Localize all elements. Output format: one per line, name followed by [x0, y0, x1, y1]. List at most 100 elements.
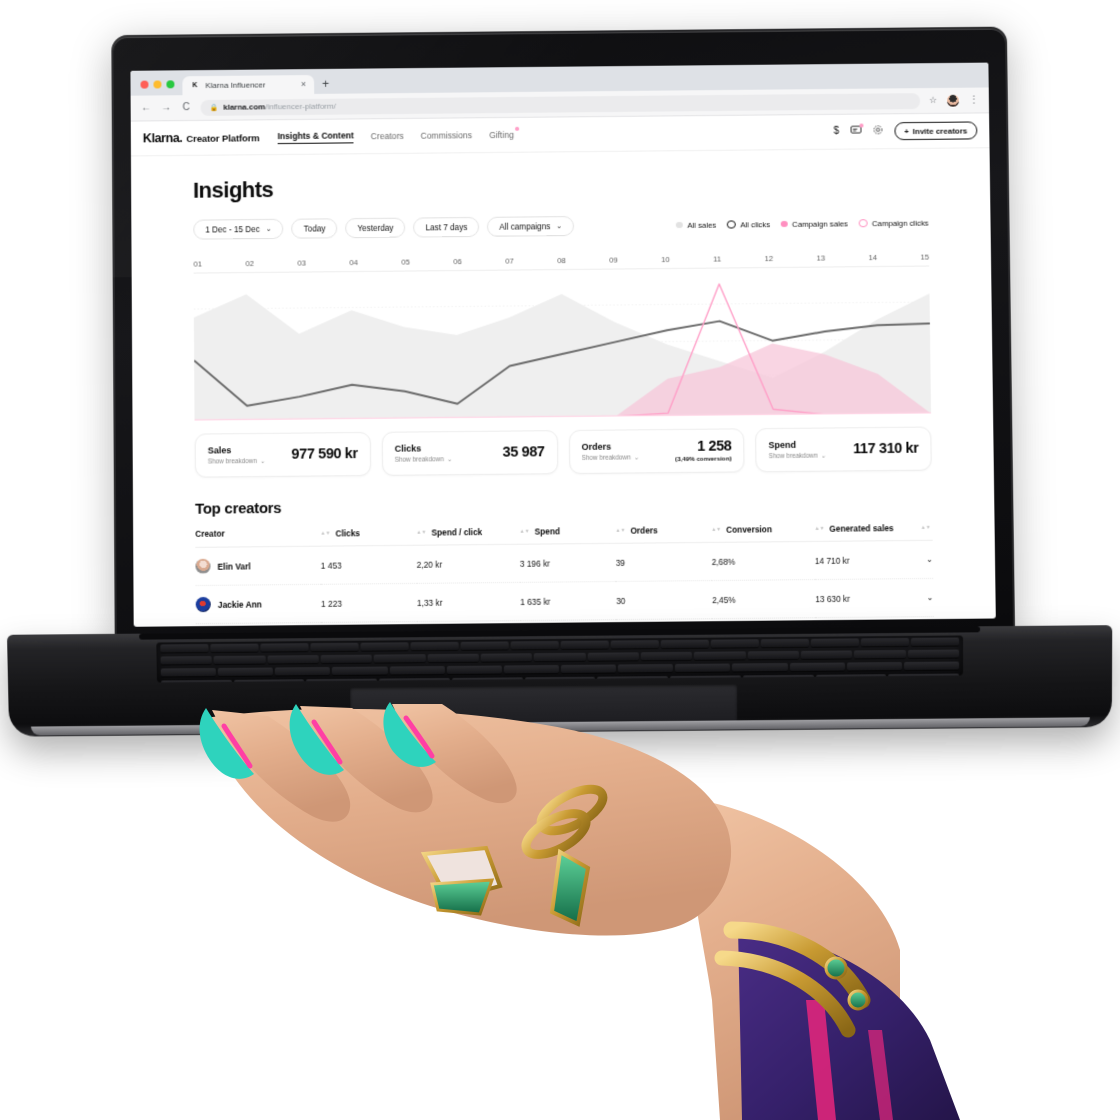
sort-icon[interactable]: ▲▼: [520, 529, 530, 535]
address-bar[interactable]: 🔒 klarna.com/influencer-platform/: [200, 92, 921, 116]
kebab-menu-icon[interactable]: ⋮: [969, 94, 979, 105]
col-creator[interactable]: Creator: [195, 526, 321, 548]
filter-today[interactable]: Today: [291, 218, 338, 239]
keyboard-key: [373, 654, 426, 663]
dollar-icon[interactable]: $: [834, 126, 840, 137]
cell-orders: 30: [615, 580, 713, 620]
close-window-button[interactable]: [140, 80, 149, 89]
new-tab-button[interactable]: +: [314, 77, 337, 94]
messages-badge-dot-icon: [859, 123, 864, 128]
sort-icon[interactable]: ▲▼: [615, 528, 625, 534]
brand-logo[interactable]: Klarna. Creator Platform: [143, 130, 260, 145]
show-breakdown-label: Show breakdown: [394, 455, 444, 464]
invite-creators-button[interactable]: + Invite creators: [893, 121, 978, 141]
avatar: [195, 559, 211, 575]
lock-icon: 🔒: [209, 104, 219, 112]
x-tick: 12: [764, 254, 774, 264]
gold-bracelets: [714, 921, 871, 1038]
forward-icon[interactable]: →: [161, 102, 172, 113]
filter-bar: 1 Dec - 15 Dec ⌄ Today Yesterday Last 7 …: [193, 213, 929, 240]
filter-last-7-days[interactable]: Last 7 days: [413, 216, 480, 238]
show-breakdown-toggle[interactable]: Show breakdown ⌄: [208, 457, 266, 466]
stat-card-orders[interactable]: Orders Show breakdown ⌄ 1 258 (3,49% conv…: [568, 428, 745, 475]
sort-icon[interactable]: ▲▼: [321, 531, 331, 537]
maximize-window-button[interactable]: [166, 80, 175, 89]
avatar: [195, 597, 211, 613]
sort-icon[interactable]: ▲▼: [814, 526, 824, 532]
keyboard-key: [510, 640, 559, 650]
stat-card-clicks[interactable]: Clicks Show breakdown ⌄ 35 987: [381, 430, 558, 476]
stat-card-sales[interactable]: Sales Show breakdown ⌄ 977 590 kr: [194, 431, 371, 478]
keyboard-key: [903, 661, 960, 671]
stat-value: 35 987: [502, 444, 545, 461]
settings-gear-icon[interactable]: [872, 124, 883, 138]
nav-item-gifting[interactable]: Gifting: [489, 126, 519, 140]
keyboard-key: [710, 639, 759, 648]
emerald-ring: [430, 878, 495, 916]
insights-chart[interactable]: [194, 271, 931, 421]
messages-icon[interactable]: [850, 123, 864, 138]
x-tick: 07: [505, 256, 514, 266]
filter-yesterday[interactable]: Yesterday: [345, 217, 406, 239]
page-content: Insights 1 Dec - 15 Dec ⌄ Today Yesterda…: [131, 148, 996, 625]
keyboard-key: [503, 665, 559, 674]
expand-row-chevron-icon[interactable]: ⌄: [927, 593, 934, 602]
keyboard-key: [742, 674, 814, 683]
legend-swatch-icon: [727, 220, 736, 229]
gs-wrap: 14 710 kr ⌄: [815, 555, 933, 566]
browser-window: K Klarna Influencer × + ← → C 🔒 klarna.c…: [130, 62, 996, 627]
minimize-window-button[interactable]: [153, 80, 162, 89]
sort-icon[interactable]: ▲▼: [711, 527, 721, 533]
close-tab-icon[interactable]: ×: [301, 79, 306, 89]
brand-product: Creator Platform: [186, 133, 260, 145]
url-domain: klarna.com: [223, 102, 266, 112]
keyboard-key: [675, 663, 731, 672]
campaign-filter[interactable]: All campaigns ⌄: [487, 216, 575, 237]
col-generated-sales[interactable]: ▲▼ Generated sales ▲▼: [814, 520, 933, 542]
window-controls[interactable]: [136, 80, 182, 95]
reload-icon[interactable]: C: [181, 102, 192, 113]
profile-avatar[interactable]: [945, 93, 961, 108]
legend-campaign-clicks[interactable]: Campaign clicks: [858, 218, 929, 228]
col-clicks-inner: ▲▼ Clicks: [321, 528, 360, 538]
col-clicks[interactable]: ▲▼ Clicks: [320, 525, 417, 547]
stat-label: Clicks: [394, 443, 422, 454]
star-icon[interactable]: ☆: [929, 95, 937, 106]
legend-campaign-sales-label: Campaign sales: [791, 218, 848, 229]
table-row[interactable]: Jackie Ann 1 223 1,33 kr 1 635 kr 30 2,4…: [195, 578, 934, 624]
sweater-sleeve: [738, 928, 960, 1120]
keyboard-key: [410, 641, 459, 651]
nav-item-creators[interactable]: Creators: [371, 131, 404, 141]
stat-card-spend[interactable]: Spend Show breakdown ⌄ 117 310 kr: [755, 426, 932, 473]
keyboard-key: [618, 664, 674, 673]
keyboard-key: [161, 679, 232, 683]
sort-icon[interactable]: ▲▼: [416, 530, 426, 536]
nav-item-insights-content[interactable]: Insights & Content: [277, 129, 354, 144]
col-spend[interactable]: ▲▼ Spend: [519, 523, 616, 545]
expand-row-chevron-icon[interactable]: ⌄: [926, 555, 933, 564]
legend-all-sales[interactable]: All sales: [676, 220, 716, 229]
show-breakdown-toggle[interactable]: Show breakdown ⌄: [582, 453, 640, 462]
legend-campaign-sales[interactable]: Campaign sales: [781, 219, 848, 229]
legend-all-clicks[interactable]: All clicks: [727, 220, 770, 229]
keyboard-key: [480, 653, 533, 662]
sleeve-pink-stripe: [806, 1000, 836, 1120]
col-orders-inner: ▲▼ Orders: [615, 526, 657, 536]
sort-icon[interactable]: ▲▼: [921, 525, 931, 531]
col-generated-sales-label: Generated sales: [829, 523, 894, 535]
url-text: klarna.com/influencer-platform/: [223, 102, 336, 112]
show-breakdown-toggle[interactable]: Show breakdown ⌄: [769, 452, 827, 461]
back-icon[interactable]: ←: [141, 102, 152, 113]
nav-item-commissions[interactable]: Commissions: [421, 130, 473, 140]
col-orders[interactable]: ▲▼ Orders: [615, 522, 712, 544]
date-range-filter[interactable]: 1 Dec - 15 Dec ⌄: [193, 218, 284, 240]
col-spend-per-click[interactable]: ▲▼ Spend / click: [416, 524, 520, 546]
show-breakdown-toggle[interactable]: Show breakdown ⌄: [395, 455, 453, 464]
col-conversion[interactable]: ▲▼ Conversion: [711, 521, 815, 543]
keyboard-key: [210, 643, 259, 653]
browser-tab[interactable]: K Klarna Influencer ×: [182, 75, 315, 96]
keyboard-key: [451, 677, 523, 683]
scene: K Klarna Influencer × + ← → C 🔒 klarna.c…: [0, 0, 1120, 1120]
cell-conversion: 2,68%: [711, 541, 816, 581]
col-creator-inner: Creator: [195, 529, 225, 539]
